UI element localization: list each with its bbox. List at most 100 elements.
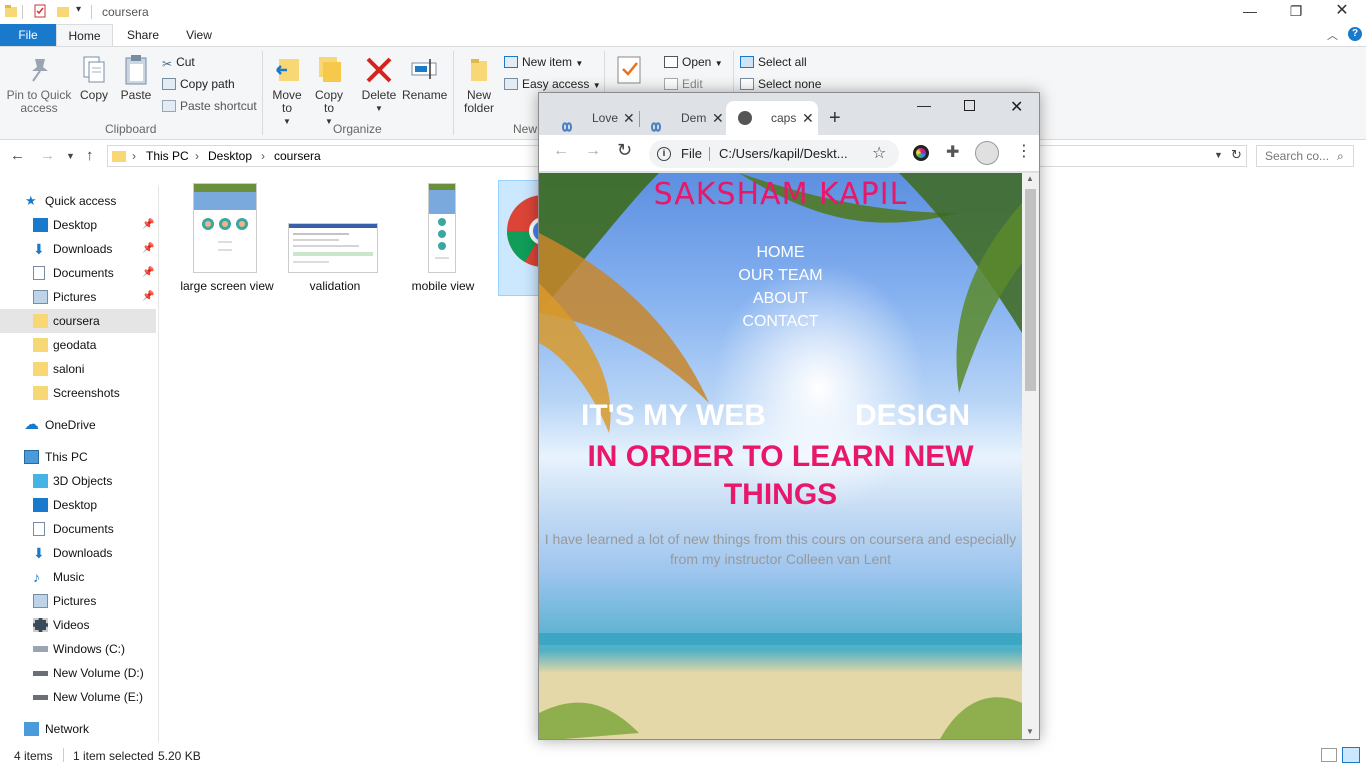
select-all-button[interactable]: Select all (740, 52, 807, 72)
refresh-icon[interactable]: ↻ (1231, 147, 1242, 163)
large-icons-view-icon[interactable] (1342, 747, 1360, 763)
menu-icon[interactable]: ⋮ (1016, 141, 1032, 161)
file-selected-chrome-html[interactable] (498, 180, 540, 296)
nav-qa-downloads[interactable]: ⬇ Downloads 📌 (0, 237, 156, 261)
scroll-up-icon[interactable]: ▲ (1026, 174, 1034, 183)
nav-qa-screenshots[interactable]: Screenshots (0, 381, 156, 405)
forward-arrow-icon[interactable]: → (40, 147, 55, 164)
easy-access-button[interactable]: Easy access ▼ (504, 74, 601, 94)
tab-close-icon[interactable]: ✕ (712, 101, 724, 135)
tab-close-icon[interactable]: ✕ (623, 101, 635, 135)
close-button[interactable]: ✕ (1010, 97, 1023, 117)
search-input[interactable]: Search co... ⌕ (1256, 145, 1354, 167)
copy-button[interactable]: Copy (76, 53, 112, 102)
tab-file[interactable]: File (0, 24, 56, 46)
minimize-button[interactable]: — (917, 97, 931, 113)
nav-quick-access[interactable]: ★ Quick access (0, 189, 156, 213)
back-arrow-icon[interactable]: ← (10, 147, 25, 164)
new-tab-button[interactable]: + (829, 107, 841, 130)
move-to-button[interactable]: Move to ▼ (268, 53, 306, 128)
info-icon[interactable]: i (657, 147, 671, 161)
tab-view[interactable]: View (176, 24, 222, 46)
nav-link-our-team[interactable]: OUR TEAM (539, 264, 1022, 287)
properties-button[interactable] (612, 53, 646, 89)
file-mobile-view[interactable]: mobile view (392, 180, 494, 298)
file-validation[interactable]: validation (284, 180, 386, 298)
nav-videos[interactable]: Videos (0, 613, 156, 637)
paste-shortcut-button[interactable]: Paste shortcut (162, 96, 257, 116)
tab-share[interactable]: Share (118, 24, 168, 46)
nav-link-contact[interactable]: CONTACT (539, 310, 1022, 333)
customize-toolbar-icon[interactable]: ▾ (76, 4, 81, 15)
breadcrumb-this-pc[interactable]: This PC (146, 149, 189, 163)
web-page: SAKSHAM KAPIL HOME OUR TEAM ABOUT CONTAC… (539, 173, 1022, 739)
rename-button[interactable]: Rename (402, 53, 447, 102)
minimize-button[interactable]: — (1227, 0, 1273, 24)
nav-qa-documents[interactable]: Documents 📌 (0, 261, 156, 285)
scroll-down-icon[interactable]: ▼ (1026, 727, 1034, 736)
nav-volume-e[interactable]: New Volume (E:) (0, 685, 156, 709)
open-button[interactable]: Open ▼ (664, 52, 723, 72)
browser-tab-dem[interactable]: Dem ✕ (636, 101, 728, 135)
nav-qa-coursera[interactable]: coursera (0, 309, 156, 333)
close-button[interactable]: ✕ (1319, 0, 1365, 24)
avatar[interactable] (975, 141, 999, 165)
browser-tab-caps[interactable]: caps ✕ (726, 101, 818, 135)
delete-button[interactable]: Delete ▼ (360, 53, 398, 115)
nav-onedrive[interactable]: ☁ OneDrive (0, 413, 156, 437)
nav-link-about[interactable]: ABOUT (539, 287, 1022, 310)
tab-close-icon[interactable]: ✕ (802, 101, 814, 135)
restore-button[interactable]: ❐ (1273, 0, 1319, 24)
nav-pictures[interactable]: Pictures (0, 589, 156, 613)
nav-qa-desktop[interactable]: Desktop 📌 (0, 213, 156, 237)
copy-to-icon (315, 53, 343, 85)
edit-button[interactable]: Edit (664, 74, 703, 94)
browser-tab-love[interactable]: Love ✕ (547, 101, 639, 135)
extension-icon[interactable] (913, 145, 929, 161)
file-large-screen-view[interactable]: large screen view (176, 180, 278, 298)
nav-3d-objects[interactable]: 3D Objects (0, 469, 156, 493)
select-none-button[interactable]: Select none (740, 74, 821, 94)
cut-button[interactable]: ✂ Cut (162, 52, 195, 72)
new-folder-icon[interactable] (56, 4, 70, 18)
nav-qa-saloni[interactable]: saloni (0, 357, 156, 381)
nav-this-pc[interactable]: This PC (0, 445, 156, 469)
omnibox[interactable]: i File C:/Users/kapil/Deskt... (649, 140, 899, 168)
nav-downloads[interactable]: ⬇ Downloads (0, 541, 156, 565)
nav-label: Videos (53, 618, 90, 632)
pin-to-quick-access-button[interactable]: Pin to Quick access (4, 53, 74, 115)
forward-arrow-icon[interactable]: → (585, 142, 601, 160)
properties-icon[interactable] (33, 4, 47, 18)
scrollbar[interactable]: ▲ ▼ (1022, 173, 1039, 739)
paste-button[interactable]: Paste (118, 53, 154, 102)
breadcrumb-coursera[interactable]: coursera (274, 149, 321, 163)
puzzle-icon[interactable]: ✚ (946, 142, 959, 162)
nav-qa-geodata[interactable]: geodata (0, 333, 156, 357)
scrollbar-thumb[interactable] (1025, 189, 1036, 391)
breadcrumb-desktop[interactable]: Desktop (208, 149, 252, 163)
copy-to-button[interactable]: Copy to ▼ (310, 53, 348, 128)
reload-icon[interactable]: ↻ (617, 140, 632, 161)
maximize-button[interactable] (964, 100, 975, 111)
tab-home[interactable]: Home (56, 24, 113, 47)
nav-link-home[interactable]: HOME (539, 241, 1022, 264)
nav-volume-d[interactable]: New Volume (D:) (0, 661, 156, 685)
nav-qa-pictures[interactable]: Pictures 📌 (0, 285, 156, 309)
chevron-down-icon[interactable]: ▼ (1214, 150, 1223, 160)
back-arrow-icon[interactable]: ← (553, 142, 569, 160)
nav-documents[interactable]: Documents (0, 517, 156, 541)
collapse-ribbon-icon[interactable]: ︿ (1327, 27, 1338, 43)
new-item-button[interactable]: New item ▼ (504, 52, 583, 72)
copy-path-button[interactable]: Copy path (162, 74, 235, 94)
nav-desktop[interactable]: Desktop (0, 493, 156, 517)
recent-locations-icon[interactable]: ▼ (66, 151, 75, 161)
nav-network[interactable]: Network (0, 717, 156, 741)
help-icon[interactable]: ? (1348, 27, 1362, 41)
nav-windows-c[interactable]: Windows (C:) (0, 637, 156, 661)
divider (91, 5, 92, 19)
details-view-icon[interactable] (1321, 748, 1337, 762)
new-folder-button[interactable]: New folder (458, 53, 500, 115)
up-arrow-icon[interactable]: ↑ (86, 147, 94, 164)
bookmark-star-icon[interactable]: ☆ (872, 143, 886, 163)
nav-music[interactable]: ♪ Music (0, 565, 156, 589)
